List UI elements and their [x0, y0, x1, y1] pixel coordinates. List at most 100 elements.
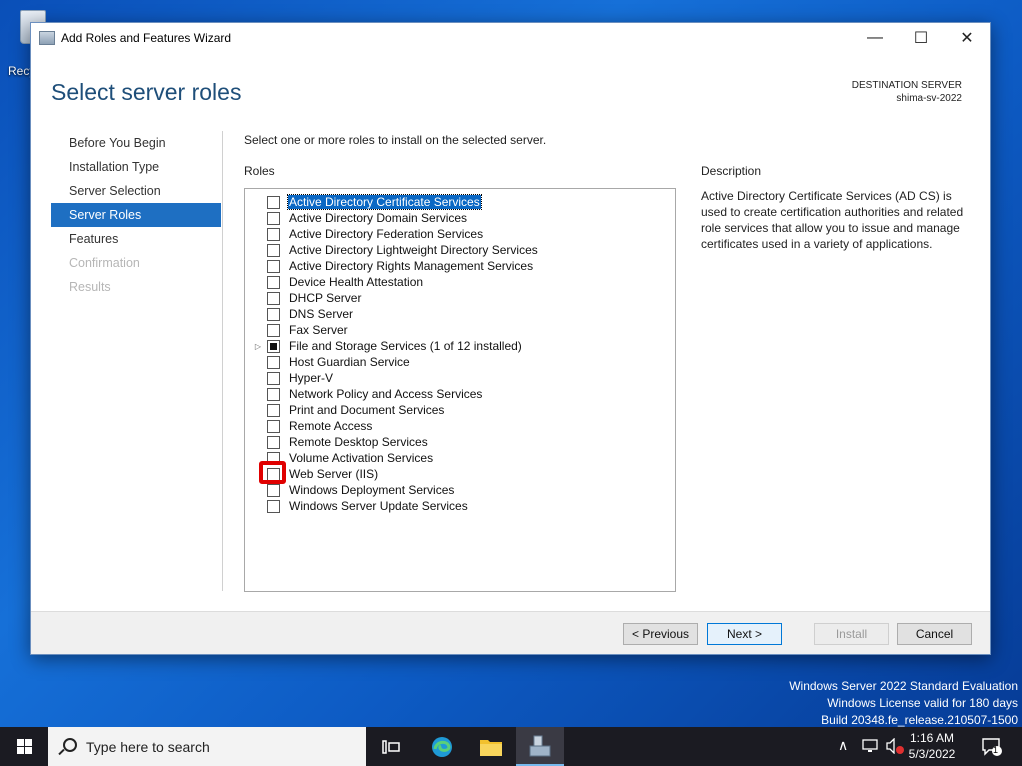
role-row[interactable]: Active Directory Rights Management Servi…	[245, 258, 534, 274]
role-label[interactable]: File and Storage Services (1 of 12 insta…	[288, 339, 523, 353]
watermark-license: Windows License valid for 180 days	[827, 696, 1018, 710]
role-row[interactable]: DNS Server	[245, 306, 354, 322]
role-row[interactable]: Host Guardian Service	[245, 354, 411, 370]
role-checkbox[interactable]	[267, 371, 280, 385]
role-checkbox[interactable]	[267, 275, 280, 289]
taskbar: Type here to search ∧ 1:16 AM 5/3/2022 1	[0, 727, 1022, 766]
role-row[interactable]: Active Directory Lightweight Directory S…	[245, 242, 539, 258]
role-label[interactable]: Host Guardian Service	[288, 355, 411, 369]
nav-item-features[interactable]: Features	[51, 227, 221, 251]
watermark-edition: Windows Server 2022 Standard Evaluation	[789, 679, 1018, 693]
role-checkbox[interactable]	[267, 403, 280, 417]
role-label[interactable]: Active Directory Domain Services	[288, 211, 468, 225]
search-placeholder: Type here to search	[86, 738, 210, 755]
server-manager-taskbar-button[interactable]	[516, 727, 564, 766]
role-label[interactable]: Device Health Attestation	[288, 275, 424, 289]
role-label[interactable]: DNS Server	[288, 307, 354, 321]
description-text: Active Directory Certificate Services (A…	[701, 189, 964, 251]
server-manager-icon	[529, 735, 551, 756]
role-checkbox[interactable]	[267, 483, 280, 497]
role-row[interactable]: ▷ File and Storage Services (1 of 12 inst…	[245, 338, 523, 354]
nav-item-results: Results	[69, 280, 111, 294]
wizard-footer: < Previous Next > Install Cancel	[31, 611, 990, 654]
notification-count: 1	[993, 745, 999, 755]
role-row[interactable]: Remote Desktop Services	[245, 434, 429, 450]
description-heading: Description	[701, 164, 762, 178]
role-checkbox[interactable]	[267, 355, 280, 369]
task-view-icon	[382, 739, 400, 754]
nav-item-server-roles[interactable]: Server Roles	[51, 203, 221, 227]
role-label[interactable]: Windows Server Update Services	[288, 499, 469, 513]
role-checkbox[interactable]	[267, 243, 280, 257]
role-label[interactable]: Network Policy and Access Services	[288, 387, 483, 401]
folder-icon	[480, 739, 502, 756]
role-checkbox[interactable]	[267, 339, 280, 353]
close-button[interactable]: ✕	[944, 23, 990, 53]
network-icon[interactable]	[861, 738, 879, 754]
task-view-button[interactable]	[367, 727, 415, 766]
cancel-button[interactable]: Cancel	[897, 623, 972, 645]
role-label[interactable]: Active Directory Rights Management Servi…	[288, 259, 534, 273]
role-label[interactable]: Active Directory Lightweight Directory S…	[288, 243, 539, 257]
nav-item-before-you-begin[interactable]: Before You Begin	[51, 131, 221, 155]
maximize-icon: ☐	[913, 30, 929, 47]
role-checkbox[interactable]	[267, 323, 280, 337]
role-checkbox[interactable]	[267, 387, 280, 401]
role-label[interactable]: Volume Activation Services	[288, 451, 434, 465]
role-checkbox[interactable]	[267, 419, 280, 433]
wizard-header: Select server roles DESTINATION SERVER s…	[31, 53, 990, 123]
role-row[interactable]: Active Directory Certificate Services	[245, 194, 482, 210]
title-bar[interactable]: Add Roles and Features Wizard — ☐ ✕	[31, 23, 990, 53]
role-checkbox[interactable]	[267, 211, 280, 225]
previous-button[interactable]: < Previous	[623, 623, 698, 645]
expand-arrow-icon[interactable]: ▷	[253, 341, 263, 351]
role-row[interactable]: DHCP Server	[245, 290, 362, 306]
role-row[interactable]: Network Policy and Access Services	[245, 386, 483, 402]
role-label[interactable]: Active Directory Certificate Services	[287, 194, 482, 210]
edge-taskbar-button[interactable]	[418, 727, 466, 766]
role-row[interactable]: Fax Server	[245, 322, 349, 338]
role-label[interactable]: Active Directory Federation Services	[288, 227, 484, 241]
start-button[interactable]	[0, 727, 48, 766]
role-label[interactable]: DHCP Server	[288, 291, 362, 305]
role-row[interactable]: Active Directory Federation Services	[245, 226, 484, 242]
role-checkbox[interactable]	[267, 307, 280, 321]
role-label[interactable]: Web Server (IIS)	[288, 467, 379, 481]
server-manager-app-icon	[39, 31, 55, 45]
role-row[interactable]: Hyper-V	[245, 370, 334, 386]
role-row[interactable]: Windows Deployment Services	[245, 482, 455, 498]
window-title: Add Roles and Features Wizard	[61, 31, 232, 45]
role-checkbox[interactable]	[267, 259, 280, 273]
role-row[interactable]: Active Directory Domain Services	[245, 210, 468, 226]
role-label[interactable]: Windows Deployment Services	[288, 483, 455, 497]
taskbar-clock[interactable]: 1:16 AM 5/3/2022	[902, 730, 962, 762]
role-label[interactable]: Hyper-V	[288, 371, 334, 385]
role-label[interactable]: Remote Desktop Services	[288, 435, 429, 449]
action-center-button[interactable]: 1	[970, 727, 1014, 766]
minimize-button[interactable]: —	[852, 23, 898, 53]
nav-item-installation-type[interactable]: Installation Type	[51, 155, 221, 179]
role-label[interactable]: Remote Access	[288, 419, 373, 433]
show-hidden-icons-chevron-icon[interactable]: ∧	[838, 737, 848, 754]
role-label[interactable]: Fax Server	[288, 323, 349, 337]
roles-list[interactable]: Active Directory Certificate Services Act…	[244, 188, 676, 592]
maximize-button[interactable]: ☐	[898, 23, 944, 53]
install-button: Install	[814, 623, 889, 645]
role-row[interactable]: Windows Server Update Services	[245, 498, 469, 514]
next-button[interactable]: Next >	[707, 623, 782, 645]
file-explorer-taskbar-button[interactable]	[467, 727, 515, 766]
role-checkbox[interactable]	[267, 195, 280, 209]
role-row[interactable]: Device Health Attestation	[245, 274, 424, 290]
taskbar-search-box[interactable]: Type here to search	[48, 727, 366, 766]
role-checkbox[interactable]	[267, 499, 280, 513]
role-row[interactable]: Print and Document Services	[245, 402, 445, 418]
wizard-nav: Before You Begin Installation Type Serve…	[51, 131, 221, 299]
role-checkbox[interactable]	[267, 291, 280, 305]
nav-item-server-selection[interactable]: Server Selection	[51, 179, 221, 203]
role-row[interactable]: Remote Access	[245, 418, 373, 434]
destination-label: DESTINATION SERVER	[851, 80, 962, 91]
role-label[interactable]: Print and Document Services	[288, 403, 445, 417]
role-checkbox[interactable]	[267, 227, 280, 241]
nav-item-confirmation: Confirmation	[69, 256, 140, 270]
role-checkbox[interactable]	[267, 435, 280, 449]
